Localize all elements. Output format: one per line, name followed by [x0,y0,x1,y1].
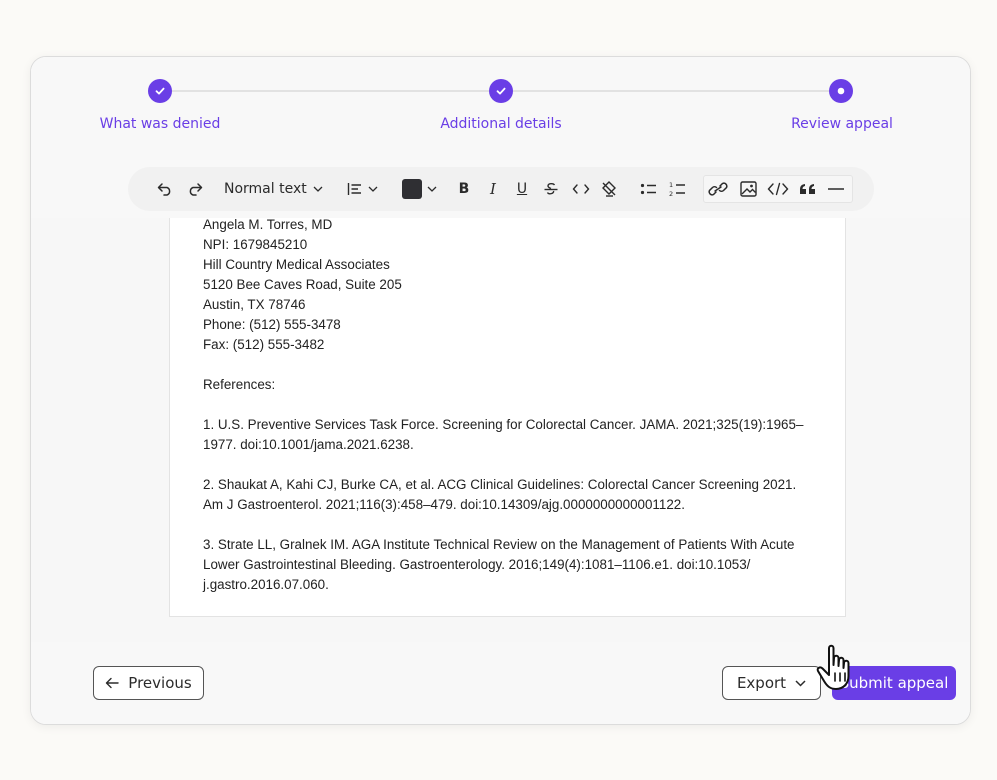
redo-icon[interactable] [184,167,206,211]
step-1-complete-icon[interactable] [148,79,172,103]
signature-fax: Fax: (512) 555-3482 [203,337,325,352]
signature-practice: Hill Country Medical Associates [203,257,390,272]
blockquote-icon [799,184,815,194]
underline-icon: U [516,181,528,197]
references-heading: References: [203,377,276,392]
step-connector [172,90,489,92]
underline-button[interactable]: U [512,167,532,211]
horizontal-rule-button[interactable] [824,167,848,211]
step-label-review-appeal[interactable]: Review appeal [791,116,893,132]
editor-scroll-area: Angela M. Torres, MD NPI: 1679845210 Hil… [31,215,970,643]
code-block-button[interactable] [764,167,792,211]
numbered-list-button[interactable]: 12 [667,167,689,211]
horizontal-rule-icon [828,188,844,190]
bold-icon: B [458,181,470,197]
chevron-down-icon [313,186,323,192]
previous-button[interactable]: Previous [93,666,204,700]
link-button[interactable] [705,167,731,211]
image-icon [739,181,757,197]
clear-format-icon [602,181,616,197]
export-dropdown-button[interactable]: Export [722,666,821,700]
appeal-card: What was denied Additional details Revie… [30,56,971,725]
reference-2-line-1: 2. Shaukat A, Kahi CJ, Burke CA, et al. … [203,477,797,492]
chevron-down-icon [427,186,436,192]
editor-toolbar: Normal text B I U 1 2 [128,167,874,211]
appeal-document[interactable]: Angela M. Torres, MD NPI: 1679845210 Hil… [169,215,846,617]
export-button-label: Export [736,674,787,692]
bold-button[interactable]: B [454,167,474,211]
signature-name: Angela M. Torres, MD [203,217,333,232]
step-3-current-icon[interactable] [829,79,853,103]
progress-stepper: What was denied Additional details Revie… [31,57,970,159]
svg-text:1: 1 [669,181,673,189]
text-color-dropdown[interactable] [400,167,438,211]
link-icon [708,182,728,196]
block-style-dropdown[interactable]: Normal text [224,167,326,211]
chevron-down-icon [368,186,377,192]
reference-3-line-3: j.gastro.2016.07.060. [203,577,329,592]
signature-city: Austin, TX 78746 [203,297,306,312]
signature-address: 5120 Bee Caves Road, Suite 205 [203,277,402,292]
step-connector [513,90,829,92]
step-label-what-was-denied[interactable]: What was denied [100,116,221,132]
svg-text:2: 2 [669,190,673,197]
arrow-left-icon [106,677,119,689]
step-2-complete-icon[interactable] [489,79,513,103]
text-color-swatch [401,179,422,199]
reference-1-line-2: 1977. doi:10.1001/jama.2021.6238. [203,437,414,452]
hand-pointer-cursor-icon [816,644,850,690]
chevron-down-icon [795,679,806,687]
strikethrough-icon [544,183,558,195]
align-dropdown[interactable] [344,167,380,211]
bullet-list-button[interactable] [638,167,660,211]
reference-3-line-2: Lower Gastrointestinal Bleeding. Gastroe… [203,557,751,572]
bullet-list-icon [640,183,656,195]
code-block-icon [767,182,789,196]
previous-button-label: Previous [128,674,192,692]
document-body: Angela M. Torres, MD NPI: 1679845210 Hil… [203,215,813,595]
italic-button[interactable]: I [483,167,503,211]
editor-toolbar-band: Normal text B I U 1 2 [31,158,970,219]
image-button[interactable] [735,167,761,211]
signature-npi: NPI: 1679845210 [203,237,308,252]
align-left-icon [347,183,361,195]
clear-format-button[interactable] [598,167,620,211]
inline-code-icon [572,184,590,194]
reference-3-line-1: 3. Strate LL, Gralnek IM. AGA Institute … [203,537,795,552]
undo-icon[interactable] [154,167,176,211]
signature-phone: Phone: (512) 555-3478 [203,317,341,332]
block-style-label: Normal text [224,181,307,197]
blockquote-button[interactable] [795,167,819,211]
strikethrough-button[interactable] [540,167,562,211]
step-label-additional-details[interactable]: Additional details [440,116,561,132]
reference-1-line-1: 1. U.S. Preventive Services Task Force. … [203,417,804,432]
inline-code-button[interactable] [569,167,593,211]
numbered-list-icon: 12 [669,181,685,197]
reference-2-line-2: Am J Gastroenterol. 2021;116(3):458–479.… [203,497,685,512]
italic-icon: I [490,180,496,198]
